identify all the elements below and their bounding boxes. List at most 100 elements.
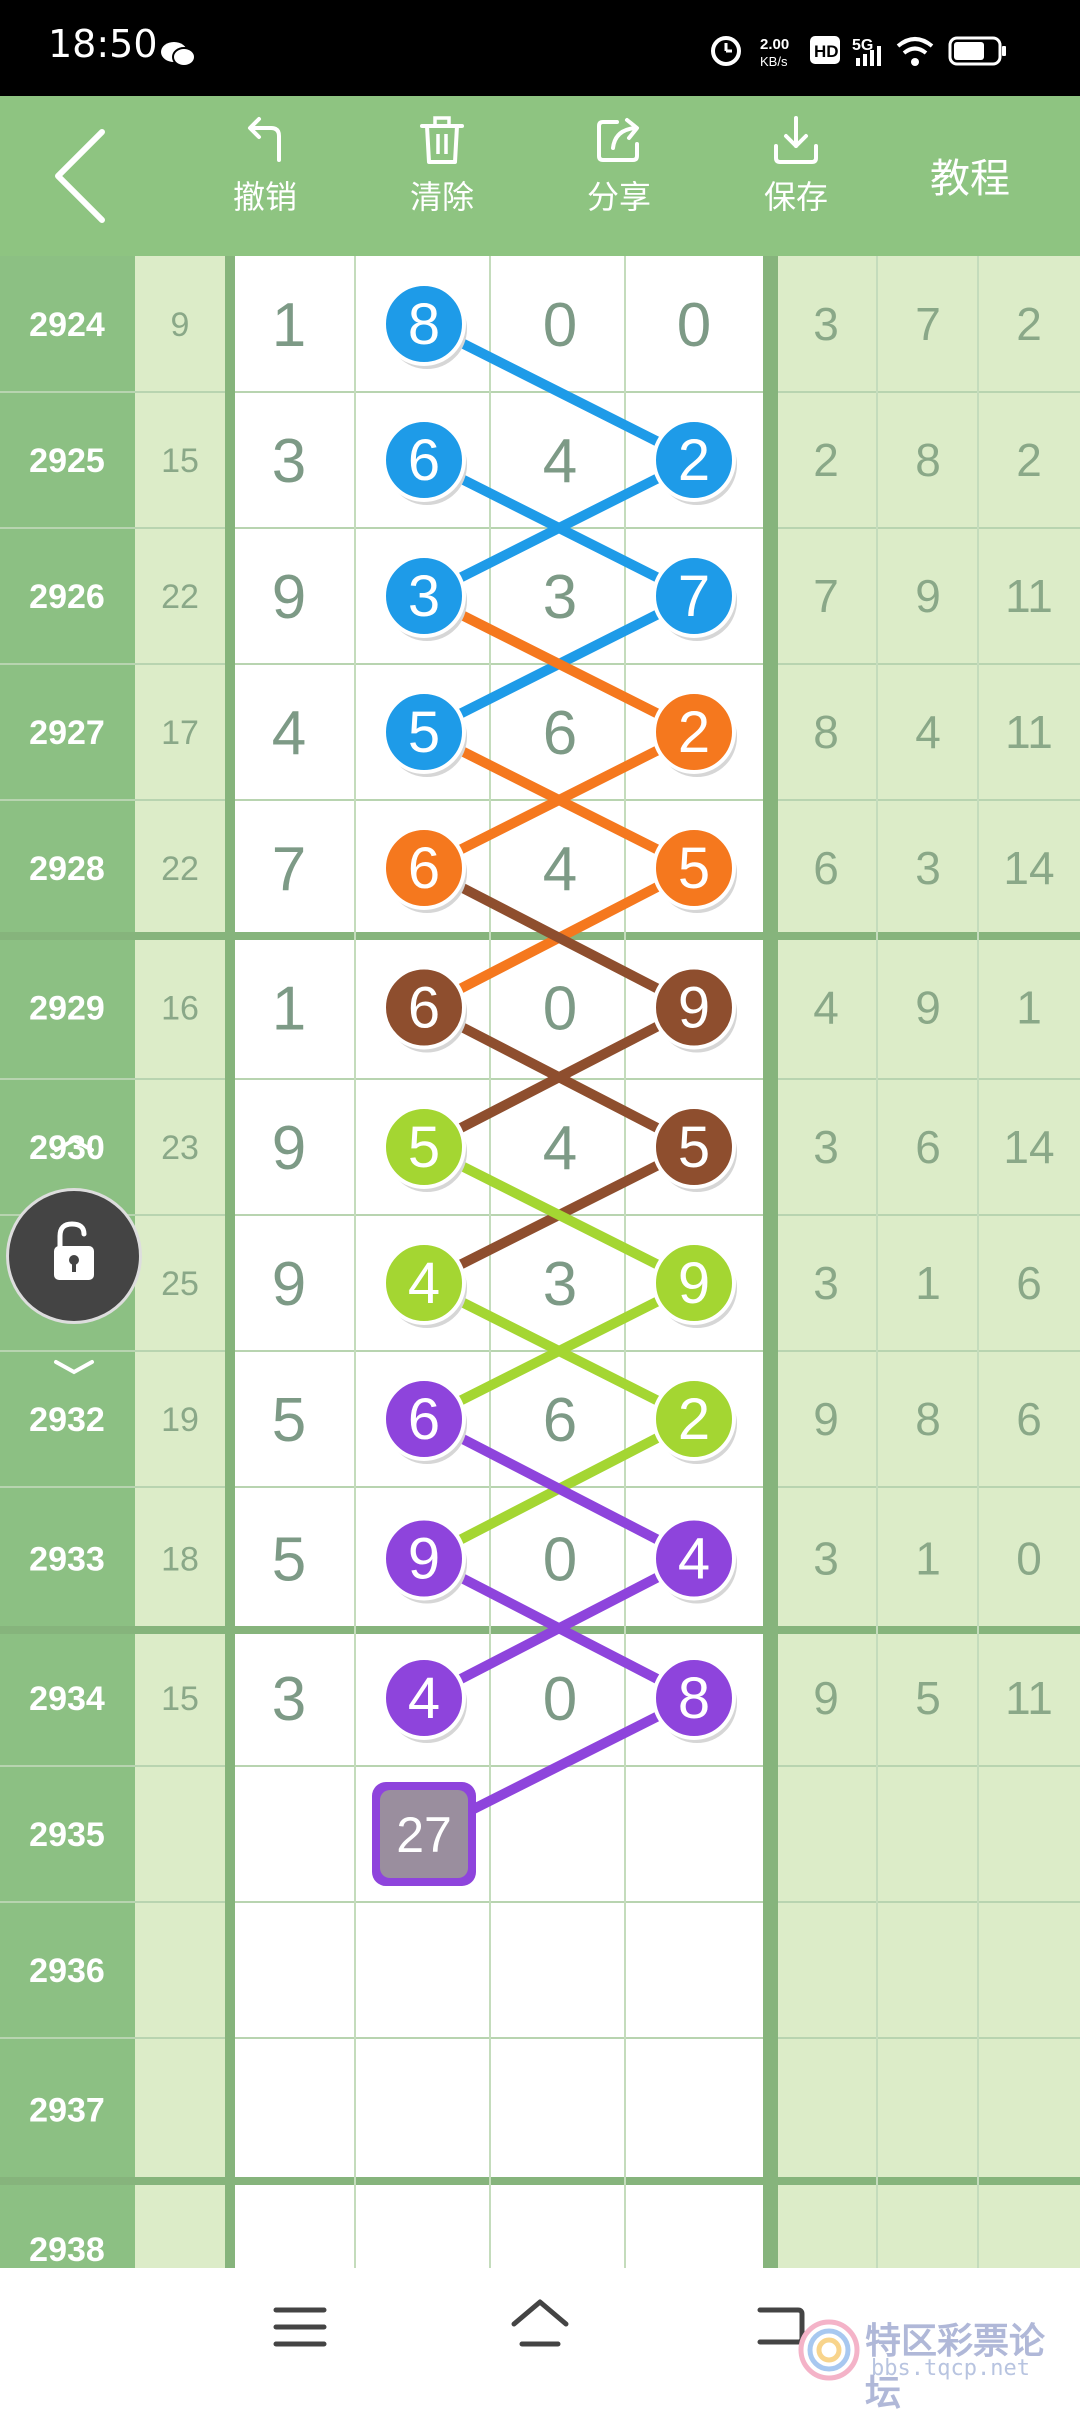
sum-value: 25 bbox=[161, 1265, 199, 1303]
ball-digit: 6 bbox=[408, 976, 440, 1041]
clock: 18:50 bbox=[48, 22, 158, 66]
digit-cell: 3 bbox=[272, 1665, 306, 1734]
stat-cell: 8 bbox=[915, 434, 941, 486]
digit-cell: 4 bbox=[272, 699, 306, 768]
stat-cell: 3 bbox=[813, 1533, 839, 1585]
undo-label: 撤销 bbox=[232, 178, 297, 216]
forum-watermark: 特区彩票论坛 bbs.tqcp.net bbox=[795, 2310, 1080, 2414]
net-speed-unit: KB/s bbox=[760, 54, 788, 69]
ball-digit: 6 bbox=[408, 1387, 440, 1452]
wechat-icon bbox=[161, 42, 196, 67]
ball-digit: 3 bbox=[408, 564, 440, 629]
sum-value: 16 bbox=[161, 990, 199, 1028]
stat-cell: 9 bbox=[813, 1393, 839, 1445]
ball-digit: 9 bbox=[678, 1251, 710, 1316]
digit-cell: 5 bbox=[272, 1526, 306, 1595]
issue-number: 2929 bbox=[29, 990, 105, 1028]
ball-digit: 2 bbox=[678, 700, 710, 765]
stat-cell: 5 bbox=[915, 1672, 941, 1724]
issue-number: 2934 bbox=[29, 1680, 105, 1718]
stat-cell: 1 bbox=[915, 1533, 941, 1585]
ball-digit: 4 bbox=[678, 1527, 710, 1592]
issue-number: 2927 bbox=[29, 714, 105, 752]
sum-value: 9 bbox=[171, 306, 190, 344]
stat-cell: 1 bbox=[1016, 982, 1042, 1034]
group-separator bbox=[0, 2177, 1080, 2185]
digit-cell: 6 bbox=[543, 1386, 577, 1455]
issue-number: 2933 bbox=[29, 1541, 105, 1579]
digit-cell: 0 bbox=[543, 1526, 577, 1595]
digit-cell: 9 bbox=[272, 1114, 306, 1183]
stat-cell: 9 bbox=[915, 982, 941, 1034]
trash-icon bbox=[420, 116, 464, 164]
digit-cell: 9 bbox=[272, 1250, 306, 1319]
undo-icon bbox=[248, 117, 281, 162]
share-icon bbox=[597, 118, 639, 162]
issue-number: 2937 bbox=[29, 2092, 105, 2130]
home-icon[interactable] bbox=[508, 2296, 572, 2352]
watermark-logo-icon bbox=[798, 2319, 860, 2381]
issue-number: 2924 bbox=[29, 306, 105, 344]
digit-area-left-border bbox=[225, 256, 235, 2268]
digit-cell: 4 bbox=[543, 427, 577, 496]
digit-cell: 7 bbox=[272, 835, 306, 904]
toolbar: 撤销 清除 分享 保存 教程 bbox=[0, 96, 1080, 256]
issue-number: 2932 bbox=[29, 1401, 105, 1439]
stat-cell: 6 bbox=[1016, 1257, 1042, 1309]
sum-value: 22 bbox=[161, 578, 199, 616]
stat-cell: 8 bbox=[915, 1393, 941, 1445]
digit-cell: 3 bbox=[543, 1250, 577, 1319]
sum-column-bg bbox=[135, 256, 225, 2268]
ball-digit: 4 bbox=[408, 1666, 440, 1731]
stat-cell: 8 bbox=[813, 706, 839, 758]
save-button[interactable]: 保存 bbox=[741, 114, 851, 244]
back-arrow-icon[interactable] bbox=[50, 126, 110, 226]
chevron-up-icon[interactable] bbox=[50, 1134, 98, 1154]
digit-cell: 3 bbox=[543, 563, 577, 632]
pending-marker-value: 27 bbox=[396, 1807, 452, 1863]
stat-cell: 9 bbox=[915, 570, 941, 622]
digit-cell: 4 bbox=[543, 835, 577, 904]
chevron-down-icon[interactable] bbox=[50, 1358, 98, 1378]
digit-area-right-border bbox=[763, 256, 778, 2268]
stat-cell: 6 bbox=[813, 842, 839, 894]
save-label: 保存 bbox=[763, 178, 828, 216]
digit-cell: 1 bbox=[272, 291, 306, 360]
stat-cell: 7 bbox=[915, 298, 941, 350]
tutorial-button[interactable]: 教程 bbox=[930, 146, 1010, 204]
digit-cell: 5 bbox=[272, 1386, 306, 1455]
sum-value: 19 bbox=[161, 1401, 199, 1439]
stat-cell: 3 bbox=[813, 1257, 839, 1309]
ball-digit: 8 bbox=[408, 292, 440, 357]
digit-cell: 1 bbox=[272, 975, 306, 1044]
status-bar: 18:50 2.00 KB/s HD 5G bbox=[0, 0, 1080, 96]
lock-button[interactable] bbox=[6, 1188, 142, 1324]
digit-cell: 9 bbox=[272, 563, 306, 632]
share-button[interactable]: 分享 bbox=[564, 114, 674, 244]
clear-label: 清除 bbox=[409, 178, 474, 216]
stat-cell: 6 bbox=[915, 1121, 941, 1173]
sum-value: 22 bbox=[161, 850, 199, 888]
sum-value: 23 bbox=[161, 1129, 199, 1167]
stat-cell: 3 bbox=[915, 842, 941, 894]
menu-icon[interactable] bbox=[272, 2304, 328, 2350]
digit-cell: 3 bbox=[272, 427, 306, 496]
ball-digit: 9 bbox=[678, 976, 710, 1041]
stat-cell: 3 bbox=[813, 1121, 839, 1173]
share-label: 分享 bbox=[586, 178, 651, 216]
stat-cell: 9 bbox=[813, 1672, 839, 1724]
watermark-url: bbs.tqcp.net bbox=[871, 2356, 1030, 2381]
clear-button[interactable]: 清除 bbox=[387, 114, 497, 244]
stat-cell: 2 bbox=[1016, 434, 1042, 486]
ball-digit: 2 bbox=[678, 1387, 710, 1452]
digit-cell: 0 bbox=[543, 975, 577, 1044]
ball-digit: 5 bbox=[408, 1115, 440, 1180]
ball-digit: 5 bbox=[408, 700, 440, 765]
stat-cell: 11 bbox=[1005, 570, 1053, 622]
undo-button[interactable]: 撤销 bbox=[210, 114, 320, 244]
digit-cell: 4 bbox=[543, 1114, 577, 1183]
digit-cell: 6 bbox=[543, 699, 577, 768]
issue-number: 2926 bbox=[29, 578, 105, 616]
stat-cell: 1 bbox=[915, 1257, 941, 1309]
hd-badge: HD bbox=[814, 42, 839, 61]
